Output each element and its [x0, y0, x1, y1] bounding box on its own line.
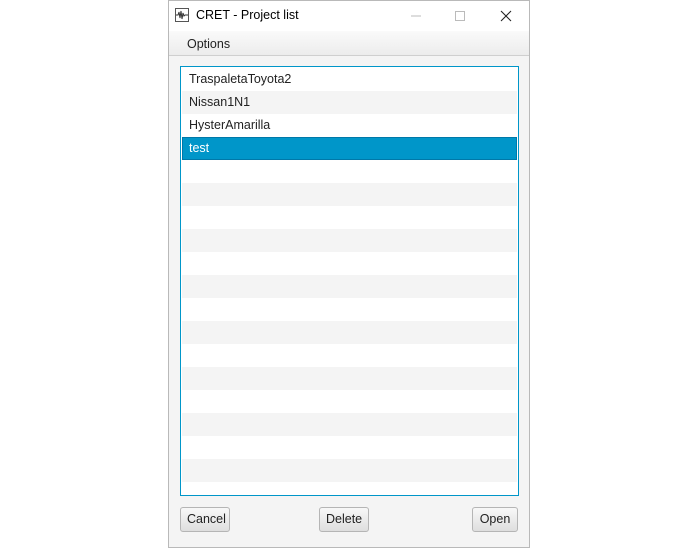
close-icon [500, 10, 512, 22]
empty-list-row [182, 413, 517, 436]
project-list-item[interactable]: TraspaletaToyota2 [182, 68, 517, 91]
minimize-icon [411, 15, 421, 17]
empty-list-row [182, 344, 517, 367]
project-list-item[interactable]: HysterAmarilla [182, 114, 517, 137]
empty-list-row [182, 436, 517, 459]
empty-list-row [182, 252, 517, 275]
window-title: CRET - Project list [196, 8, 299, 22]
minimize-button[interactable] [393, 1, 439, 31]
maximize-icon [455, 11, 465, 21]
empty-list-row [182, 160, 517, 183]
empty-list-row [182, 229, 517, 252]
empty-list-row [182, 321, 517, 344]
empty-list-row [182, 206, 517, 229]
cancel-button[interactable]: Cancel [180, 507, 230, 532]
open-button[interactable]: Open [472, 507, 518, 532]
project-list-rows: TraspaletaToyota2 Nissan1N1 HysterAmarilla… [182, 68, 517, 494]
empty-list-row [182, 390, 517, 413]
close-button[interactable] [483, 1, 529, 31]
waveform-icon [175, 8, 189, 22]
project-list[interactable]: TraspaletaToyota2 Nissan1N1 HysterAmarilla… [180, 66, 519, 496]
menu-bar: Options [169, 31, 529, 56]
empty-list-row [182, 459, 517, 482]
project-list-item[interactable]: test [182, 137, 517, 160]
menu-options[interactable]: Options [179, 36, 238, 52]
title-bar[interactable]: CRET - Project list [169, 1, 529, 31]
empty-list-row [182, 367, 517, 390]
delete-button[interactable]: Delete [319, 507, 369, 532]
empty-list-row [182, 298, 517, 321]
maximize-button[interactable] [437, 1, 483, 31]
empty-list-row [182, 275, 517, 298]
empty-list-row [182, 183, 517, 206]
project-list-window: CRET - Project list Options TraspaletaTo… [168, 0, 530, 548]
project-list-item[interactable]: Nissan1N1 [182, 91, 517, 114]
